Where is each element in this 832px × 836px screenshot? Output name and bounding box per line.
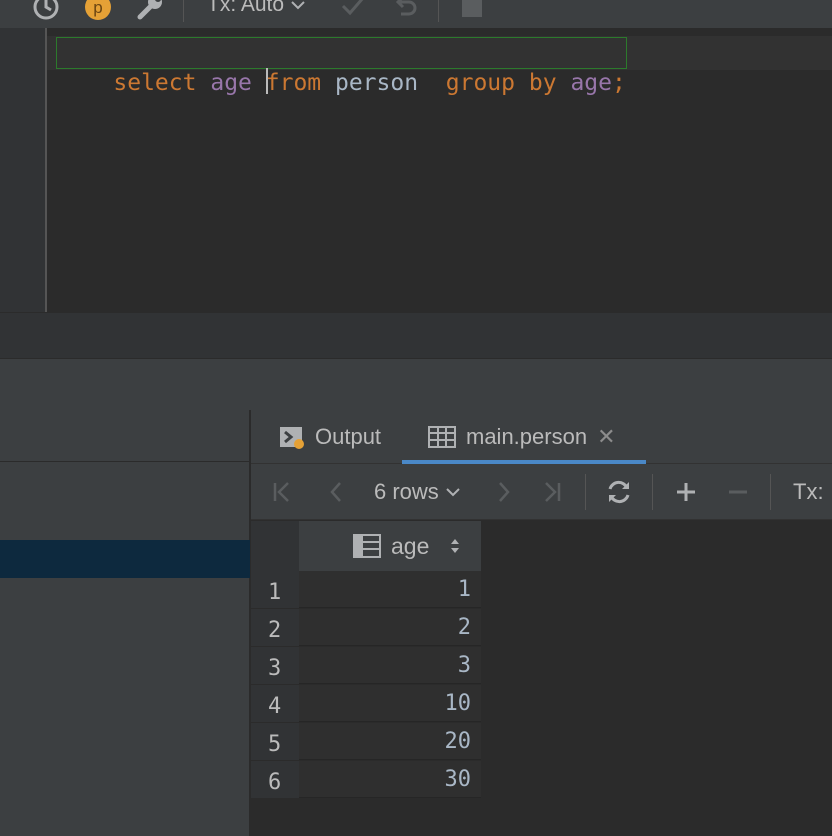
- rows-count-dropdown[interactable]: 6 rows: [374, 464, 461, 520]
- chevron-down-icon: [446, 488, 460, 497]
- tab-label: Output: [315, 424, 382, 449]
- table-row[interactable]: 4 10: [251, 685, 481, 723]
- cell-age[interactable]: 3: [299, 647, 481, 684]
- commit-icon[interactable]: [338, 0, 368, 22]
- table-row[interactable]: 6 30: [251, 761, 481, 799]
- table-row[interactable]: 3 3: [251, 647, 481, 685]
- row-number: 5: [251, 723, 299, 760]
- table-row[interactable]: 2 2: [251, 609, 481, 647]
- console-icon: [279, 425, 305, 449]
- tab-output[interactable]: Output: [279, 410, 381, 464]
- grid-toolbar: 6 rows Tx:: [251, 464, 832, 520]
- gutter-divider: [45, 28, 47, 312]
- row-number: 3: [251, 647, 299, 684]
- profile-badge-icon[interactable]: p: [83, 0, 113, 22]
- cell-age[interactable]: 10: [299, 685, 481, 722]
- tx-mode-label: Tx: Auto: [207, 0, 285, 16]
- refresh-icon[interactable]: [603, 464, 635, 520]
- stop-icon[interactable]: [457, 0, 487, 22]
- grid-corner[interactable]: [251, 521, 299, 571]
- profile-badge-letter: p: [93, 0, 102, 17]
- column-header-label: age: [391, 532, 430, 559]
- keyword-from: from: [265, 70, 322, 96]
- add-row-icon[interactable]: [671, 464, 701, 520]
- tab-main-person[interactable]: main.person ✕: [428, 410, 616, 464]
- sql-statement[interactable]: select age from person group by age;: [56, 37, 627, 96]
- semicolon: ;: [611, 70, 626, 96]
- table-name: person: [321, 70, 446, 96]
- left-panel-header: [0, 410, 250, 462]
- previous-page-icon[interactable]: [323, 464, 349, 520]
- selected-list-item[interactable]: [0, 540, 250, 578]
- toolbar-separator: [438, 0, 439, 22]
- first-page-icon[interactable]: [269, 464, 295, 520]
- table-row[interactable]: 1 1: [251, 571, 481, 609]
- toolbar-separator: [183, 0, 184, 22]
- table-row[interactable]: 5 20: [251, 723, 481, 761]
- column-age: age: [570, 70, 612, 96]
- panel-splitter[interactable]: [0, 358, 832, 410]
- top-toolbar: p Tx: Auto: [0, 0, 832, 28]
- grid-header: age: [251, 521, 481, 571]
- row-number: 2: [251, 609, 299, 646]
- keyword-select: select: [113, 70, 197, 96]
- results-tabs: Output main.person ✕: [251, 410, 832, 464]
- wrench-icon[interactable]: [135, 0, 165, 22]
- delete-row-icon[interactable]: [723, 464, 753, 520]
- close-icon[interactable]: ✕: [597, 424, 615, 450]
- sort-icon[interactable]: [449, 536, 461, 556]
- left-panel: [0, 410, 250, 836]
- editor-status-strip: [0, 312, 832, 358]
- keyword-by: by: [528, 70, 557, 96]
- column-header-age[interactable]: age: [299, 521, 481, 571]
- tx-mode-label[interactable]: Tx:: [793, 464, 824, 520]
- results-panel: Output main.person ✕ 6 rows Tx: age 1 1 …: [251, 410, 832, 836]
- tab-label: main.person: [466, 424, 588, 449]
- editor-gutter: [0, 28, 45, 312]
- next-page-icon[interactable]: [491, 464, 517, 520]
- column-age: age: [210, 70, 252, 96]
- last-page-icon[interactable]: [539, 464, 565, 520]
- table-icon: [428, 425, 456, 449]
- column-icon: [353, 534, 381, 558]
- keyword-group: group: [445, 70, 516, 96]
- chevron-down-icon: [291, 1, 305, 10]
- toolbar-separator: [585, 474, 586, 510]
- rollback-icon[interactable]: [391, 0, 421, 22]
- rows-count-label: 6 rows: [374, 479, 439, 504]
- history-icon[interactable]: [31, 0, 61, 22]
- row-number: 1: [251, 571, 299, 608]
- sql-editor[interactable]: select age from person group by age;: [0, 28, 832, 312]
- row-number: 6: [251, 761, 299, 798]
- cell-age[interactable]: 1: [299, 571, 481, 608]
- tx-mode-dropdown[interactable]: Tx: Auto: [207, 0, 306, 18]
- row-number: 4: [251, 685, 299, 722]
- toolbar-separator: [770, 474, 771, 510]
- cell-age[interactable]: 20: [299, 723, 481, 760]
- cell-age[interactable]: 2: [299, 609, 481, 646]
- cell-age[interactable]: 30: [299, 761, 481, 798]
- toolbar-separator: [652, 474, 653, 510]
